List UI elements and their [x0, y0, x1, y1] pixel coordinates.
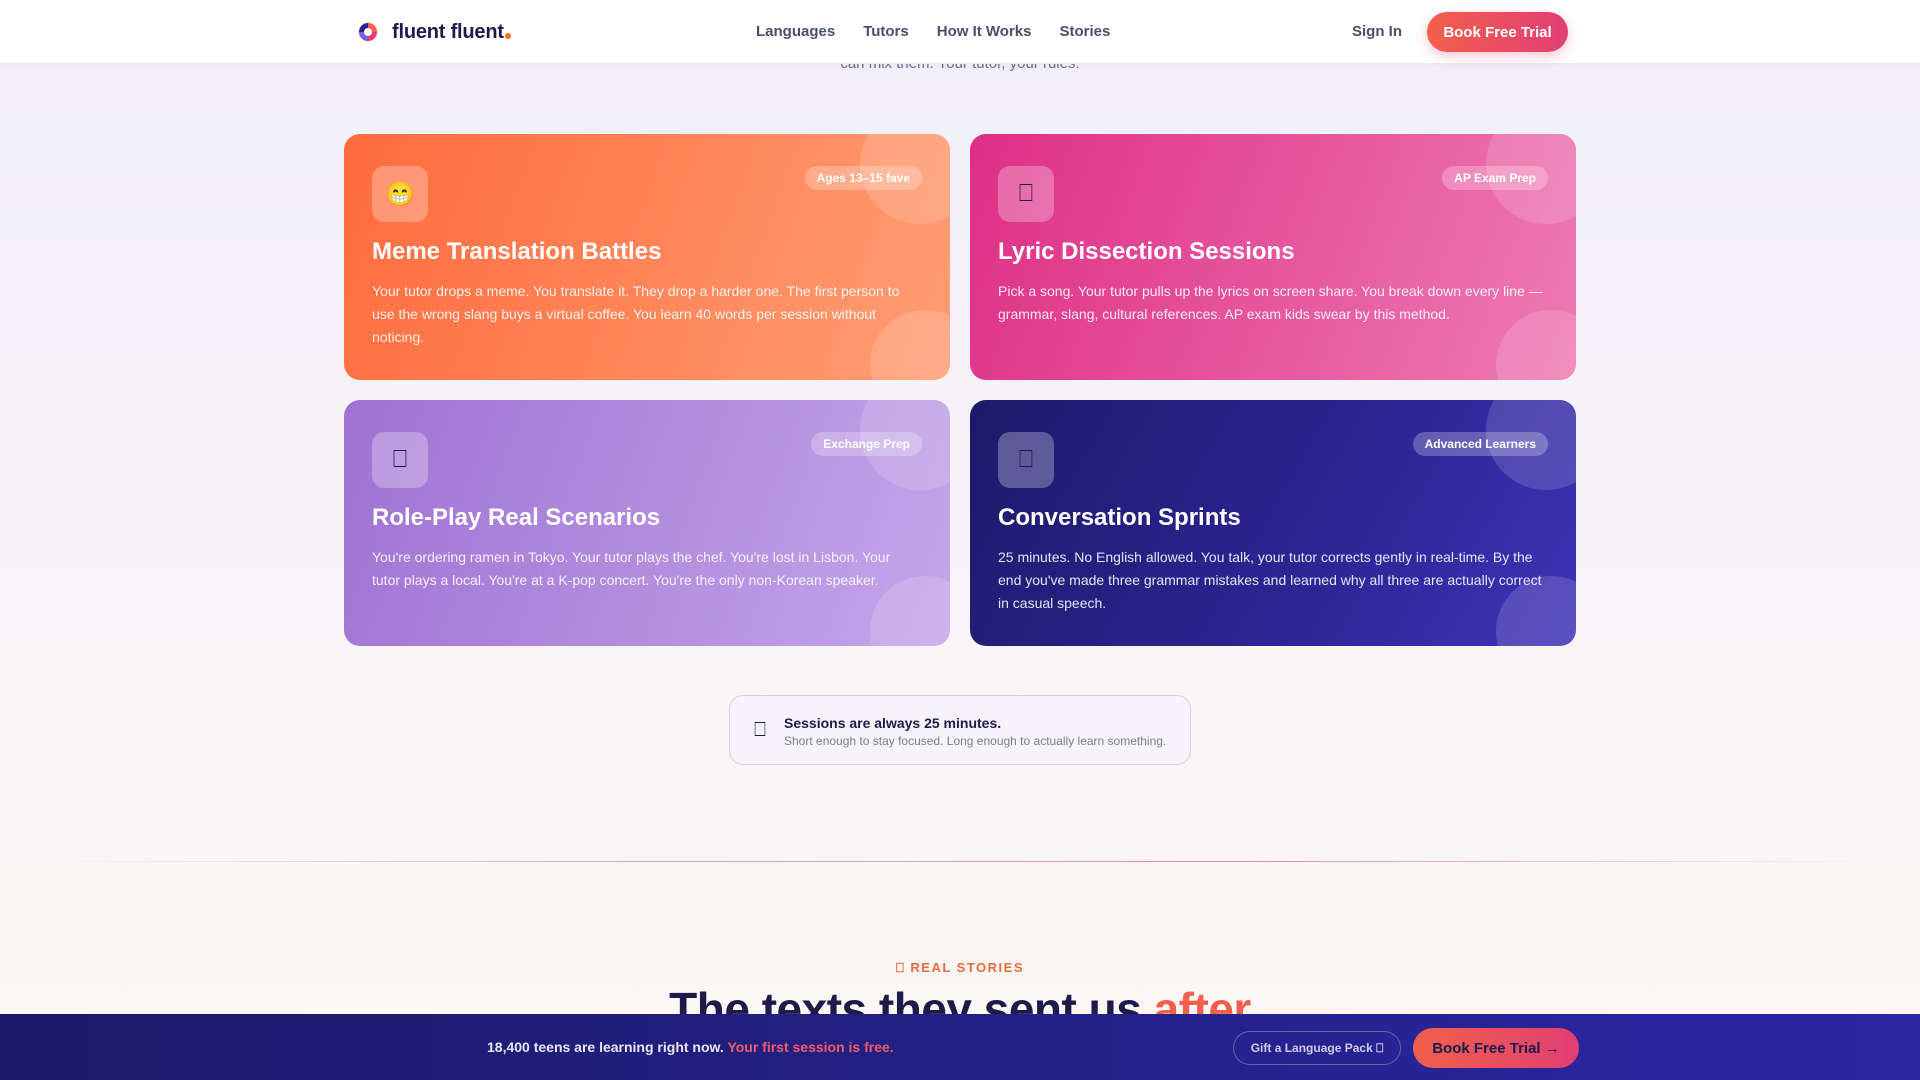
card-role-play[interactable]: ⎕ Exchange Prep Role-Play Real Scenarios…: [344, 400, 950, 646]
card-title: Lyric Dissection Sessions: [998, 238, 1295, 265]
music-icon: ⎕: [998, 166, 1054, 222]
card-lyric-dissection[interactable]: ⎕ AP Exam Prep Lyric Dissection Sessions…: [970, 134, 1576, 380]
session-note-title: Sessions are always 25 minutes.: [784, 715, 1002, 731]
session-note-subtitle: Short enough to stay focused. Long enoug…: [784, 734, 1167, 748]
book-free-trial-button[interactable]: Book Free Trial: [1427, 12, 1568, 52]
card-badge: Exchange Prep: [811, 432, 922, 456]
card-description: Your tutor drops a meme. You translate i…: [372, 283, 900, 345]
sticky-cta-bar: 18,400 teens are learning right now. You…: [0, 1014, 1920, 1080]
bar-book-free-trial-button[interactable]: Book Free Trial →: [1413, 1028, 1579, 1068]
lightning-icon: ⎕: [998, 432, 1054, 488]
logo-mark-icon: [358, 22, 378, 42]
grinning-face-icon: 😁: [372, 166, 428, 222]
nav-languages[interactable]: Languages: [756, 23, 835, 40]
card-badge: Advanced Learners: [1412, 432, 1548, 456]
card-badge: AP Exam Prep: [1442, 166, 1548, 190]
nav-how-it-works[interactable]: How It Works: [937, 23, 1032, 40]
stories-eyebrow: ⎕ REAL STORIES: [895, 960, 1024, 975]
card-conversation-sprints[interactable]: ⎕ Advanced Learners Conversation Sprints…: [970, 400, 1576, 646]
card-title: Conversation Sprints: [998, 504, 1241, 531]
logo-text: fluent fluent: [392, 21, 511, 44]
bar-message-text: 18,400 teens are learning right now.: [487, 1039, 724, 1055]
main-nav: Languages Tutors How It Works Stories: [756, 23, 1110, 40]
section-divider: [40, 861, 1880, 862]
card-description: You're ordering ramen in Tokyo. Your tut…: [372, 549, 891, 588]
card-title: Meme Translation Battles: [372, 238, 662, 265]
card-description: 25 minutes. No English allowed. You talk…: [998, 549, 1542, 611]
logo-dot: [504, 32, 511, 39]
session-length-note: ⎕ Sessions are always 25 minutes. Short …: [729, 695, 1191, 765]
nav-tutors[interactable]: Tutors: [863, 23, 909, 40]
card-meme-translation[interactable]: 😁 Ages 13–15 fave Meme Translation Battl…: [344, 134, 950, 380]
card-badge: Ages 13–15 fave: [804, 166, 922, 190]
bar-message: 18,400 teens are learning right now. You…: [487, 1039, 894, 1055]
bar-highlight: Your first session is free.: [727, 1039, 894, 1055]
nav-stories[interactable]: Stories: [1059, 23, 1110, 40]
logo[interactable]: fluent fluent: [356, 20, 511, 44]
clock-icon: ⎕: [754, 719, 766, 741]
sign-in-link[interactable]: Sign In: [1352, 23, 1402, 40]
top-navbar: fluent fluent Languages Tutors How It Wo…: [0, 0, 1920, 64]
card-description: Pick a song. Your tutor pulls up the lyr…: [998, 283, 1543, 322]
theater-icon: ⎕: [372, 432, 428, 488]
card-title: Role-Play Real Scenarios: [372, 504, 661, 531]
gift-language-pack-button[interactable]: Gift a Language Pack ⎕: [1233, 1031, 1401, 1065]
